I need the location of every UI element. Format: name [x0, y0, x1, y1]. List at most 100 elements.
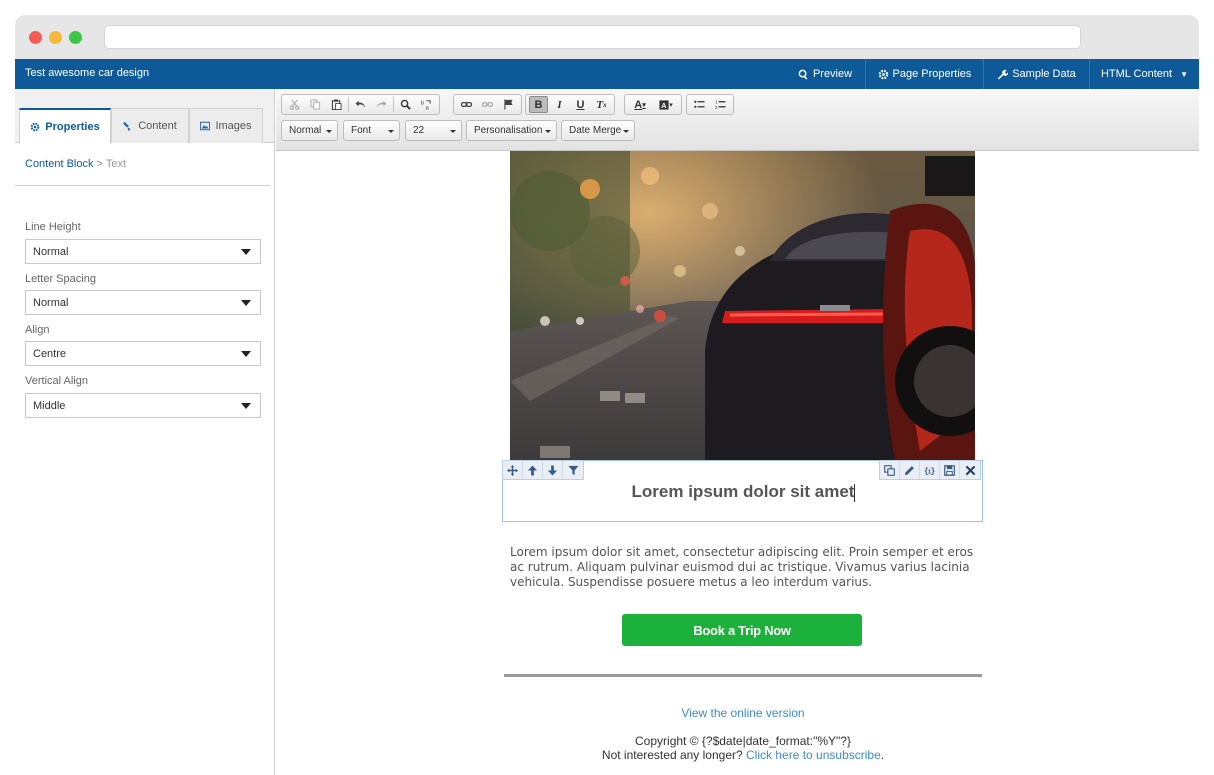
page-properties-button[interactable]: Page Properties [865, 59, 983, 89]
divider [15, 185, 270, 186]
move-down-icon[interactable] [543, 461, 563, 479]
unsubscribe-link[interactable]: Click here to unsubscribe [746, 748, 881, 762]
tab-images-label: Images [215, 120, 252, 132]
unsubscribe-line: Not interested any longer? Click here to… [504, 748, 982, 762]
svg-text:a: a [426, 106, 430, 110]
paste-icon[interactable] [327, 96, 346, 113]
chevron-down-icon [545, 130, 551, 133]
align-value: Centre [33, 347, 67, 360]
tab-properties-label: Properties [45, 121, 100, 133]
save-icon[interactable] [940, 461, 960, 479]
find-icon[interactable] [396, 96, 415, 113]
font-size-combo[interactable]: 22 [405, 120, 462, 141]
sample-data-button[interactable]: Sample Data [983, 59, 1089, 89]
font-combo[interactable]: Font [343, 120, 400, 141]
html-content-dropdown[interactable]: HTML Content ▼ [1089, 59, 1199, 89]
format-combo[interactable]: Normal [281, 120, 338, 141]
block-toolbar-left [502, 460, 584, 480]
date-merge-combo[interactable]: Date Merge [561, 120, 635, 141]
anchor-flag-icon[interactable] [499, 96, 518, 113]
chevron-down-icon [241, 403, 251, 409]
vertical-align-select[interactable]: Middle [25, 393, 261, 418]
tab-properties[interactable]: Properties [19, 108, 111, 144]
date-merge-combo-value: Date Merge [569, 125, 622, 136]
breadcrumb-root[interactable]: Content Block [25, 158, 93, 170]
line-height-label: Line Height [25, 221, 81, 233]
sample-data-label: Sample Data [1012, 68, 1076, 80]
hero-image[interactable] [510, 151, 975, 460]
preview-label: Preview [812, 68, 853, 80]
address-bar[interactable] [104, 25, 1081, 49]
breadcrumb-separator: > [96, 158, 103, 170]
tab-content[interactable]: Content [111, 108, 189, 143]
unlink-icon[interactable] [478, 96, 497, 113]
link-icon[interactable] [457, 96, 476, 113]
filter-icon[interactable] [563, 461, 583, 479]
body-paragraph[interactable]: Lorem ipsum dolor sit amet, consectetur … [510, 545, 975, 590]
book-trip-button[interactable]: Book a Trip Now [622, 614, 862, 646]
italic-button[interactable]: I [550, 96, 569, 113]
caret-down-icon: ▼ [1180, 69, 1189, 79]
bold-button[interactable]: B [529, 96, 548, 113]
close-window-button[interactable] [29, 31, 42, 44]
edit-pencil-icon[interactable] [900, 461, 920, 479]
align-select[interactable]: Centre [25, 341, 261, 366]
line-height-value: Normal [33, 245, 69, 258]
chevron-down-icon [388, 130, 394, 133]
toolbar-separator [348, 97, 349, 112]
properties-panel: Properties Content Images Content Block … [15, 89, 275, 775]
clipboard-group: ba [281, 94, 440, 115]
line-height-select[interactable]: Normal [25, 239, 261, 264]
copy-icon[interactable] [306, 96, 325, 113]
cut-icon[interactable] [285, 96, 304, 113]
browser-window: Test awesome car design Preview Page Pro… [15, 15, 1199, 775]
move-icon[interactable] [503, 461, 523, 479]
numbered-list-icon[interactable]: 12 [711, 96, 730, 113]
text-style-group: B I U Tx [525, 94, 615, 115]
svg-text:2: 2 [715, 105, 718, 110]
close-icon[interactable] [960, 461, 980, 479]
headline[interactable]: Lorem ipsum dolor sit amet [503, 482, 984, 502]
tab-images[interactable]: Images [189, 108, 263, 143]
view-online-link[interactable]: View the online version [504, 706, 982, 720]
color-group: A ▾ A ▾ [624, 94, 682, 115]
text-color-button[interactable]: A ▾ [628, 96, 652, 113]
undo-icon[interactable] [351, 96, 370, 113]
block-toolbar-right: {i} [879, 460, 981, 480]
background-color-button[interactable]: A ▾ [654, 96, 678, 113]
breadcrumb: Content Block > Text [25, 158, 126, 170]
preview-button[interactable]: Preview [785, 59, 865, 89]
svg-text:1: 1 [715, 100, 718, 105]
gear-icon [878, 69, 888, 79]
letter-spacing-value: Normal [33, 296, 69, 309]
minimize-window-button[interactable] [49, 31, 62, 44]
email-canvas: Lorem ipsum dolor sit amet {i} Lorem i… [276, 151, 1199, 775]
headline-text[interactable]: Lorem ipsum dolor sit amet [632, 482, 855, 501]
link-group [453, 94, 522, 115]
text-cursor [854, 483, 856, 502]
letter-spacing-select[interactable]: Normal [25, 290, 261, 315]
chevron-down-icon [326, 130, 332, 133]
document-title: Test awesome car design [25, 67, 150, 79]
code-braces-icon[interactable]: {i} [920, 461, 940, 479]
gear-icon [30, 122, 40, 132]
underline-button[interactable]: U [571, 96, 590, 113]
svg-text:}: } [930, 466, 935, 475]
search-icon [798, 69, 808, 79]
personalisation-combo[interactable]: Personalisation [466, 120, 557, 141]
panel-tabs: Properties Content Images [15, 89, 274, 144]
svg-text:A: A [661, 100, 667, 109]
duplicate-icon[interactable] [880, 461, 900, 479]
move-up-icon[interactable] [523, 461, 543, 479]
vertical-align-value: Middle [33, 399, 66, 412]
remove-format-button[interactable]: Tx [592, 96, 611, 113]
editor-toolbar: ba B I U Tx A ▾ A ▾ 1 2 Normal Font 22 P… [276, 89, 1199, 151]
breadcrumb-current: Text [105, 158, 127, 170]
bulleted-list-icon[interactable] [690, 96, 709, 113]
personalisation-combo-value: Personalisation [474, 125, 543, 136]
redo-icon[interactable] [372, 96, 391, 113]
copyright-text: Copyright © {?$date|date_format:"%Y"?} [635, 734, 851, 748]
font-size-combo-value: 22 [413, 125, 425, 136]
maximize-window-button[interactable] [69, 31, 82, 44]
replace-icon[interactable]: ba [417, 96, 436, 113]
